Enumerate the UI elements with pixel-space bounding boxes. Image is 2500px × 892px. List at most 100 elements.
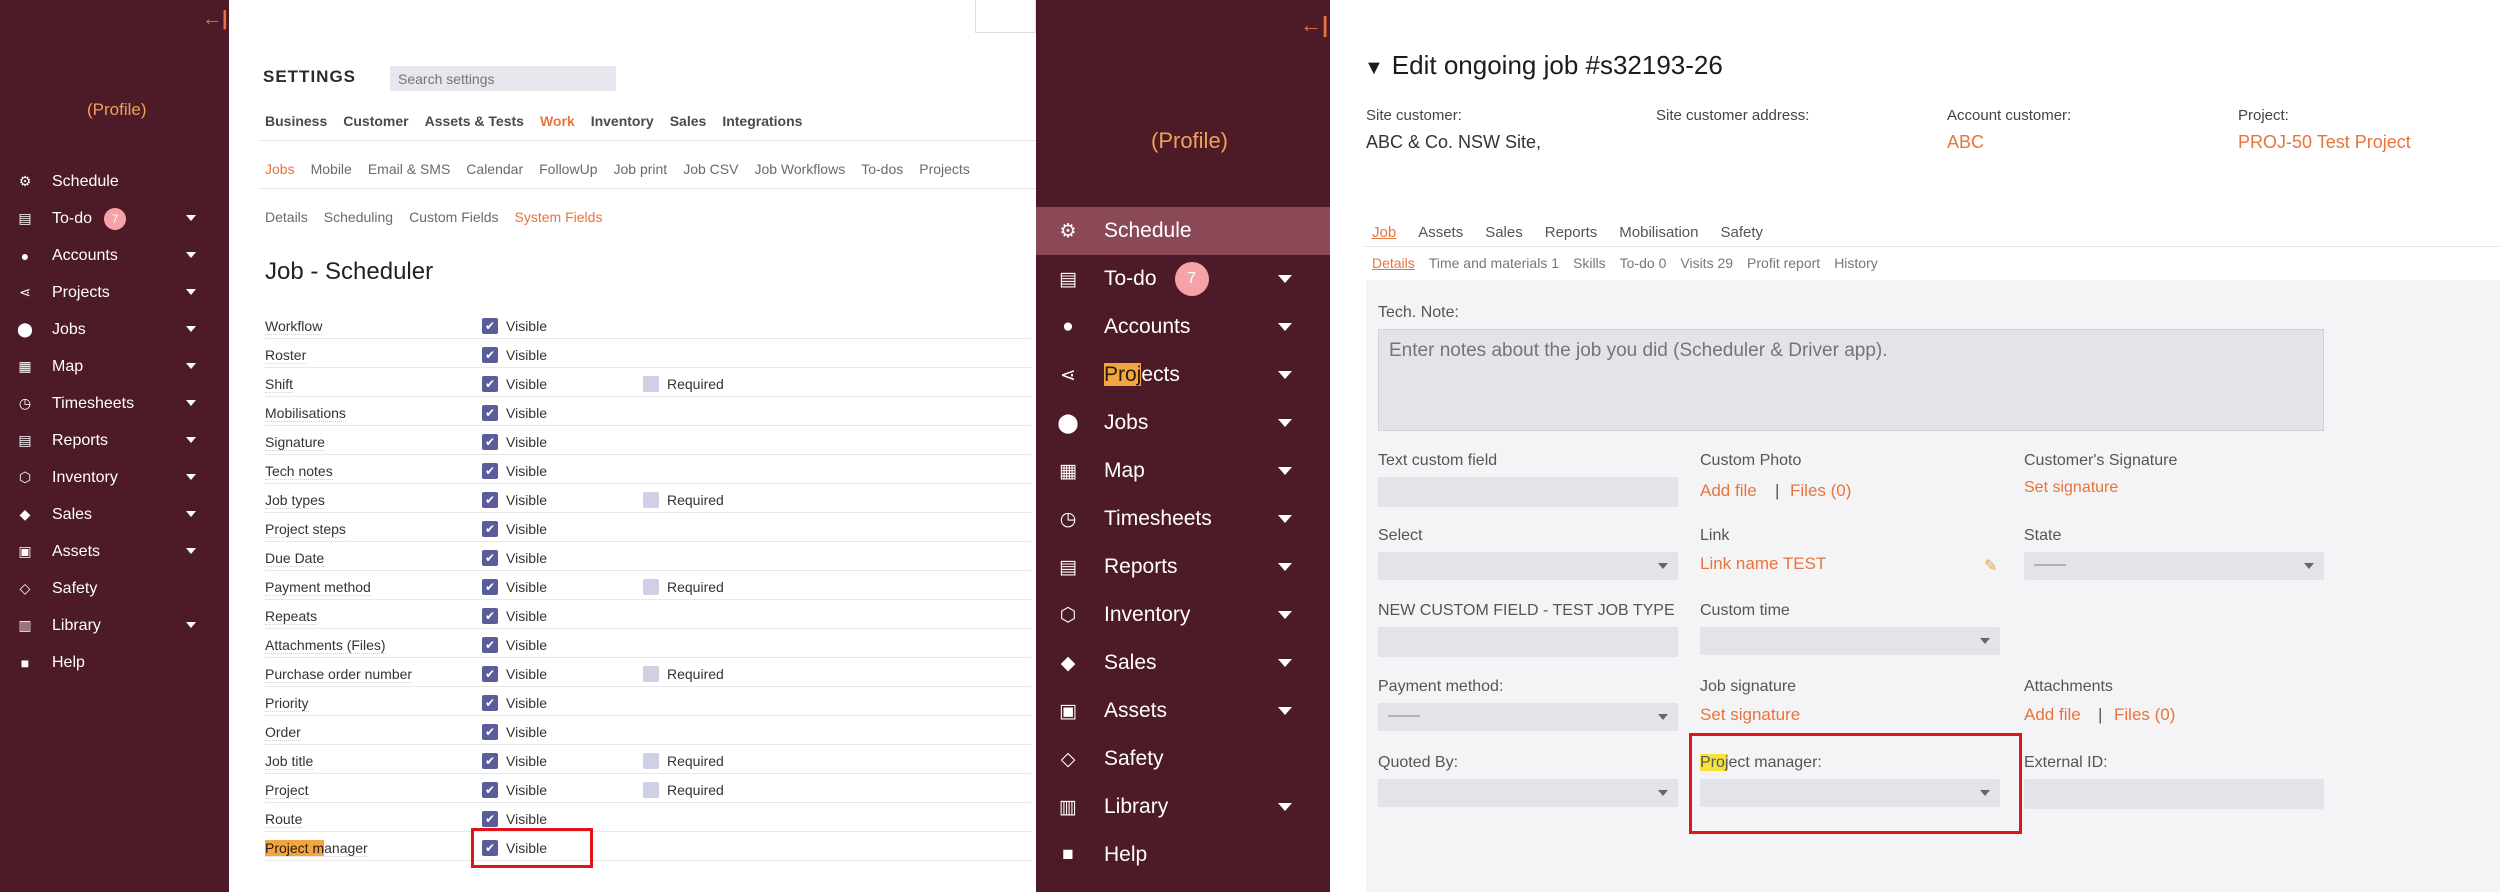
job-subtab-to-do-0[interactable]: To-do 0 [1620, 255, 1667, 271]
visible-checkbox[interactable]: ✔ [482, 811, 498, 827]
sidebar-item-to-do[interactable]: ▤ To-do 7 [1036, 255, 1330, 303]
tab-business[interactable]: Business [265, 113, 327, 129]
tab-job-print[interactable]: Job print [613, 161, 667, 177]
visible-checkbox[interactable]: ✔ [482, 492, 498, 508]
job-tab-job[interactable]: Job [1372, 224, 1396, 241]
chevron-down-icon[interactable] [186, 548, 196, 554]
visible-checkbox[interactable]: ✔ [482, 347, 498, 363]
required-checkbox[interactable] [643, 782, 659, 798]
tab-to-dos[interactable]: To-dos [861, 161, 903, 177]
chevron-down-icon[interactable] [1278, 467, 1292, 475]
attachments-add-file-link[interactable]: Add file [2024, 705, 2081, 725]
new-custom-field-input[interactable] [1378, 627, 1678, 657]
project-link[interactable]: PROJ-50 Test Project [2238, 132, 2411, 153]
tab-calendar[interactable]: Calendar [466, 161, 523, 177]
profile-link[interactable]: (Profile) [1151, 128, 1228, 154]
add-file-link[interactable]: Add file [1700, 481, 1757, 501]
tab-scheduling[interactable]: Scheduling [324, 209, 393, 225]
job-subtab-details[interactable]: Details [1372, 255, 1415, 271]
sidebar-item-map[interactable]: ▦ Map [0, 348, 229, 385]
sidebar-item-schedule[interactable]: ⚙ Schedule [1036, 207, 1330, 255]
sidebar-item-safety[interactable]: ◇ Safety [0, 570, 229, 607]
visible-checkbox[interactable]: ✔ [482, 318, 498, 334]
sidebar-item-help[interactable]: ■ Help [0, 644, 229, 681]
sidebar-item-assets[interactable]: ▣ Assets [0, 533, 229, 570]
tab-sales[interactable]: Sales [670, 113, 707, 129]
tab-jobs[interactable]: Jobs [265, 161, 295, 177]
tab-work[interactable]: Work [540, 113, 575, 129]
job-tab-reports[interactable]: Reports [1545, 224, 1598, 241]
visible-checkbox[interactable]: ✔ [482, 579, 498, 595]
sidebar-item-timesheets[interactable]: ◷ Timesheets [0, 385, 229, 422]
visible-checkbox[interactable]: ✔ [482, 753, 498, 769]
chevron-down-icon[interactable] [1278, 659, 1292, 667]
custom-time-dropdown[interactable] [1700, 627, 2000, 655]
visible-checkbox[interactable]: ✔ [482, 637, 498, 653]
tab-followup[interactable]: FollowUp [539, 161, 597, 177]
tab-job-csv[interactable]: Job CSV [683, 161, 738, 177]
chevron-down-icon[interactable] [1278, 371, 1292, 379]
sidebar-item-to-do[interactable]: ▤ To-do 7 [0, 200, 229, 237]
sidebar-item-sales[interactable]: ◆ Sales [0, 496, 229, 533]
tab-system-fields[interactable]: System Fields [515, 209, 603, 225]
sidebar-item-accounts[interactable]: ● Accounts [0, 237, 229, 274]
search-settings-input[interactable] [390, 66, 616, 91]
chevron-down-icon[interactable] [186, 400, 196, 406]
visible-checkbox[interactable]: ✔ [482, 666, 498, 682]
job-subtab-visits-29[interactable]: Visits 29 [1680, 255, 1733, 271]
chevron-down-icon[interactable] [1278, 419, 1292, 427]
sidebar-item-inventory[interactable]: ⬡ Inventory [1036, 591, 1330, 639]
tab-email-sms[interactable]: Email & SMS [368, 161, 450, 177]
select-dropdown[interactable] [1378, 552, 1678, 580]
tab-details[interactable]: Details [265, 209, 308, 225]
visible-checkbox[interactable]: ✔ [482, 608, 498, 624]
collapse-sidebar-icon[interactable]: ←| [202, 8, 228, 31]
files-link[interactable]: Files (0) [1790, 481, 1851, 501]
required-checkbox[interactable] [643, 666, 659, 682]
sidebar-item-inventory[interactable]: ⬡ Inventory [0, 459, 229, 496]
sidebar-item-projects[interactable]: ⋖ Projects [0, 274, 229, 311]
visible-checkbox[interactable]: ✔ [482, 405, 498, 421]
tab-integrations[interactable]: Integrations [722, 113, 802, 129]
chevron-down-icon[interactable] [186, 474, 196, 480]
tech-note-field[interactable] [1378, 329, 2324, 431]
job-subtab-profit-report[interactable]: Profit report [1747, 255, 1820, 271]
job-tab-assets[interactable]: Assets [1418, 224, 1463, 241]
sidebar-item-library[interactable]: ▥ Library [0, 607, 229, 644]
tab-mobile[interactable]: Mobile [311, 161, 352, 177]
sidebar-item-jobs[interactable]: ⬤ Jobs [0, 311, 229, 348]
payment-method-dropdown[interactable]: —— [1378, 703, 1678, 731]
chevron-down-icon[interactable] [1278, 707, 1292, 715]
chevron-down-icon[interactable] [186, 622, 196, 628]
collapse-sidebar-icon[interactable]: ←| [1300, 12, 1328, 38]
state-dropdown[interactable]: —— [2024, 552, 2324, 580]
chevron-down-icon[interactable] [186, 289, 196, 295]
sidebar-item-library[interactable]: ▥ Library [1036, 783, 1330, 831]
visible-checkbox[interactable]: ✔ [482, 724, 498, 740]
sidebar-item-timesheets[interactable]: ◷ Timesheets [1036, 495, 1330, 543]
sidebar-item-sales[interactable]: ◆ Sales [1036, 639, 1330, 687]
chevron-down-icon[interactable] [1278, 323, 1292, 331]
visible-checkbox[interactable]: ✔ [482, 376, 498, 392]
visible-checkbox[interactable]: ✔ [482, 782, 498, 798]
profile-link[interactable]: (Profile) [87, 100, 147, 120]
chevron-down-icon[interactable] [186, 437, 196, 443]
chevron-down-icon[interactable] [1278, 563, 1292, 571]
visible-checkbox[interactable]: ✔ [482, 521, 498, 537]
job-tab-mobilisation[interactable]: Mobilisation [1619, 224, 1698, 241]
sidebar-item-assets[interactable]: ▣ Assets [1036, 687, 1330, 735]
tab-job-workflows[interactable]: Job Workflows [754, 161, 845, 177]
sidebar-item-reports[interactable]: ▤ Reports [0, 422, 229, 459]
visible-checkbox[interactable]: ✔ [482, 434, 498, 450]
pencil-icon[interactable]: ✎ [1984, 556, 1997, 576]
job-subtab-history[interactable]: History [1834, 255, 1878, 271]
external-id-input[interactable] [2024, 779, 2324, 809]
required-checkbox[interactable] [643, 376, 659, 392]
tab-customer[interactable]: Customer [343, 113, 408, 129]
job-tab-sales[interactable]: Sales [1485, 224, 1523, 241]
chevron-down-icon[interactable] [1278, 515, 1292, 523]
sidebar-item-jobs[interactable]: ⬤ Jobs [1036, 399, 1330, 447]
set-signature-link[interactable]: Set signature [2024, 479, 2118, 497]
tab-assets-tests[interactable]: Assets & Tests [425, 113, 524, 129]
chevron-down-icon[interactable] [186, 511, 196, 517]
